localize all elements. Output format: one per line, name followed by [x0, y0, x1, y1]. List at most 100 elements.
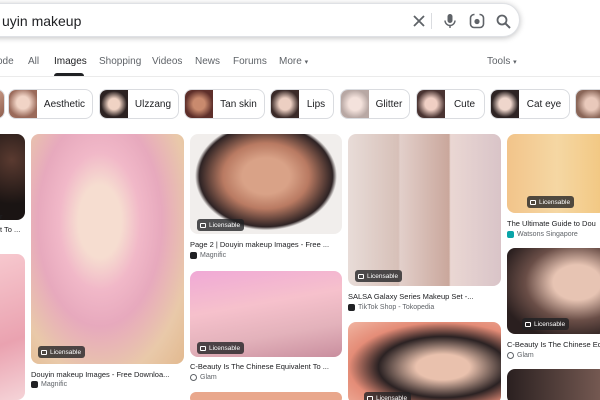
- chip-thumbnail: [100, 90, 128, 118]
- licensable-badge: Licensable: [522, 318, 570, 330]
- result-image[interactable]: Licensable: [190, 271, 342, 357]
- search-divider: [431, 13, 432, 29]
- chip-glitter[interactable]: Glitter: [340, 89, 410, 119]
- caret-down-icon: ▾: [304, 59, 309, 66]
- license-icon: [367, 395, 373, 400]
- chip-cute[interactable]: Cute: [416, 89, 485, 119]
- result-image[interactable]: Licensable: [348, 322, 501, 400]
- badge-label: Licensable: [539, 198, 571, 206]
- chip-thumbnail: [185, 90, 213, 118]
- search-bar[interactable]: uyin makeup: [0, 3, 520, 37]
- tab-all[interactable]: All: [28, 56, 39, 67]
- caret-down-icon: ▾: [513, 59, 517, 66]
- result-image[interactable]: Licensable: [190, 134, 342, 234]
- licensable-badge: Licensable: [527, 196, 575, 208]
- chip-label: Aesthetic: [43, 98, 86, 110]
- license-icon: [525, 321, 531, 327]
- result-caption[interactable]: C-Beauty Is The Chinese Equivalent To ..…: [190, 362, 342, 371]
- badge-label: Licensable: [50, 348, 82, 356]
- source-name: Glam: [517, 352, 534, 359]
- chip-label: Cat eye: [526, 98, 562, 110]
- result-image[interactable]: Licensable: [31, 134, 184, 364]
- result-image[interactable]: [0, 254, 25, 400]
- result-source[interactable]: Glam: [190, 374, 217, 381]
- result-source[interactable]: Magnific: [31, 381, 67, 388]
- license-icon: [200, 222, 206, 228]
- chip-thumbnail: [576, 90, 600, 118]
- result-image[interactable]: Licensable: [348, 134, 501, 286]
- badge-label: Licensable: [209, 221, 241, 229]
- license-icon: [41, 349, 47, 355]
- result-source[interactable]: Glam: [507, 352, 534, 359]
- tab-mode[interactable]: ode: [0, 56, 14, 67]
- chip-label: Glitter: [375, 98, 403, 110]
- result-image[interactable]: Licensable: [507, 248, 600, 334]
- chip-thumbnail: [341, 90, 369, 118]
- tab-shopping[interactable]: Shopping: [99, 56, 141, 67]
- result-source[interactable]: Magnific: [190, 252, 226, 259]
- badge-label: Licensable: [367, 272, 399, 280]
- search-input[interactable]: uyin makeup: [2, 13, 81, 29]
- chip-thumbnail: [0, 90, 4, 118]
- source-name: Watsons Singapore: [517, 231, 578, 238]
- chip-thumbnail: [9, 90, 37, 118]
- chip-label: Tan skin: [220, 98, 257, 110]
- tabs-divider: [0, 76, 600, 77]
- chip-tan-skin[interactable]: Tan skin: [184, 89, 265, 119]
- result-caption-line[interactable]: t To ...: [0, 225, 25, 234]
- tiktok-logo-icon: [348, 304, 355, 311]
- chip-thumbnail: [491, 90, 519, 118]
- source-name: Magnific: [200, 252, 227, 259]
- chip-thumbnail: [271, 90, 299, 118]
- chip-thumbnail: [417, 90, 445, 118]
- result-source[interactable]: TikTok Shop - Tokopedia: [348, 304, 434, 311]
- result-caption[interactable]: C-Beauty Is The Chinese Equ: [507, 340, 600, 349]
- licensable-badge: Licensable: [364, 392, 412, 400]
- license-icon: [530, 199, 536, 205]
- chip-cat-eye[interactable]: Cat eye: [490, 89, 570, 119]
- result-image[interactable]: [507, 369, 600, 400]
- result-caption[interactable]: SALSA Galaxy Series Makeup Set -...: [348, 292, 501, 301]
- chip-label: Cute: [453, 98, 476, 110]
- tools-button[interactable]: Tools ▾: [487, 56, 517, 67]
- licensable-badge: Licensable: [355, 270, 403, 282]
- lens-icon[interactable]: [467, 11, 487, 31]
- search-icon[interactable]: [493, 11, 513, 31]
- result-image[interactable]: [190, 392, 342, 400]
- licensable-badge: Licensable: [38, 346, 86, 358]
- tab-forums[interactable]: Forums: [233, 56, 267, 67]
- source-name: TikTok Shop - Tokopedia: [358, 304, 435, 311]
- search-tabs: ode All Images Shopping Videos News Foru…: [0, 50, 600, 76]
- chip-aesthetic[interactable]: Aesthetic: [8, 89, 93, 119]
- tab-more-label: More: [279, 56, 302, 67]
- badge-label: Licensable: [534, 320, 566, 328]
- chip-ulzzang[interactable]: Ulzzang: [99, 89, 179, 119]
- result-caption[interactable]: Douyin makeup Images - Free Downloa...: [31, 370, 184, 379]
- source-name: Glam: [200, 374, 217, 381]
- result-source[interactable]: Watsons Singapore: [507, 231, 578, 238]
- result-caption[interactable]: r: [0, 212, 25, 221]
- glam-logo-icon: [507, 352, 514, 359]
- result-caption[interactable]: The Ultimate Guide to Dou: [507, 219, 600, 228]
- watsons-logo-icon: [507, 231, 514, 238]
- result-image[interactable]: Licensable: [507, 134, 600, 213]
- magnific-logo-icon: [190, 252, 197, 259]
- chip-partial[interactable]: [575, 89, 600, 119]
- license-icon: [200, 345, 206, 351]
- tab-more[interactable]: More ▾: [279, 56, 308, 67]
- tab-news[interactable]: News: [195, 56, 220, 67]
- badge-label: Licensable: [376, 394, 408, 400]
- chip-partial[interactable]: [0, 89, 5, 119]
- tab-images[interactable]: Images: [54, 56, 87, 67]
- chip-label: Ulzzang: [134, 98, 172, 110]
- license-icon: [358, 273, 364, 279]
- badge-label: Licensable: [209, 344, 241, 352]
- tab-videos[interactable]: Videos: [152, 56, 182, 67]
- licensable-badge: Licensable: [197, 219, 245, 231]
- result-caption[interactable]: Page 2 | Douyin makeup Images - Free ...: [190, 240, 342, 249]
- clear-icon[interactable]: [409, 11, 429, 31]
- tools-label: Tools: [487, 56, 511, 67]
- chip-lips[interactable]: Lips: [270, 89, 334, 119]
- result-image[interactable]: [0, 134, 25, 220]
- microphone-icon[interactable]: [440, 11, 460, 31]
